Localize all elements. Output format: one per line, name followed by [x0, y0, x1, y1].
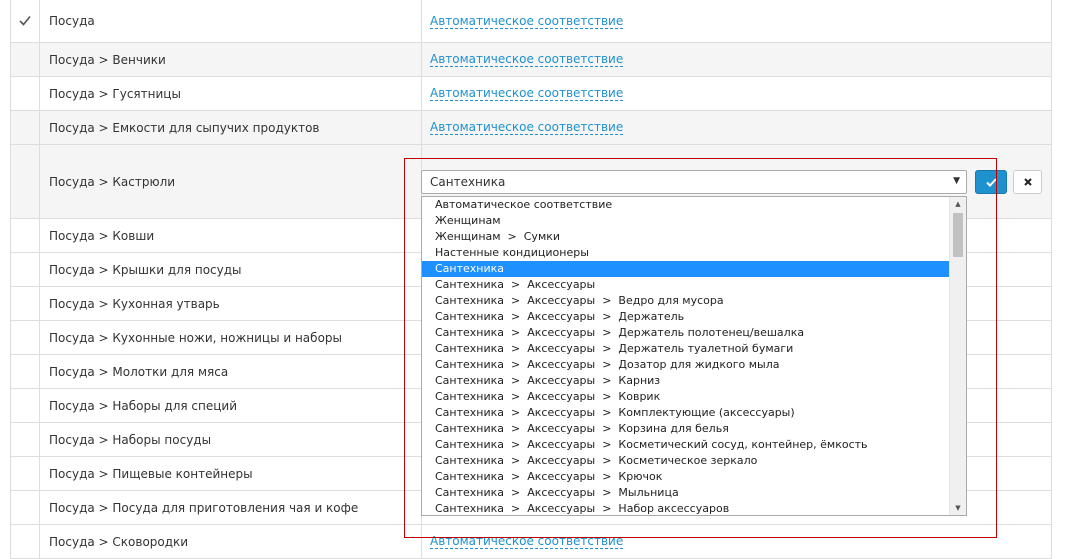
dropdown-option[interactable]: Сантехника > Аксессуары > Косметический …: [422, 437, 950, 453]
row-checkbox[interactable]: [11, 43, 40, 76]
dropdown-option[interactable]: Автоматическое соответствие: [422, 197, 950, 213]
category-name: Посуда > Крышки для посуды: [40, 253, 422, 286]
row-checkbox[interactable]: [11, 287, 40, 320]
row-checkbox[interactable]: [11, 0, 40, 42]
dropdown-option[interactable]: Сантехника > Аксессуары > Набор аксессуа…: [422, 501, 950, 515]
dropdown-option[interactable]: Сантехника > Аксессуары > Корзина для бе…: [422, 421, 950, 437]
dropdown-option[interactable]: Сантехника > Аксессуары > Держатель поло…: [422, 325, 950, 341]
category-name: Посуда > Кастрюли: [40, 145, 422, 218]
category-name: Посуда > Молотки для мяса: [40, 355, 422, 388]
auto-match-link[interactable]: Автоматическое соответствие: [430, 14, 624, 29]
category-select[interactable]: Сантехника ▼: [421, 170, 967, 194]
dropdown-option[interactable]: Женщинам: [422, 213, 950, 229]
category-name: Посуда > Кухонная утварь: [40, 287, 422, 320]
row-checkbox[interactable]: [11, 253, 40, 286]
table-row: Посуда > Сковородки Автоматическое соотв…: [11, 525, 1051, 559]
row-checkbox[interactable]: [11, 423, 40, 456]
row-checkbox[interactable]: [11, 389, 40, 422]
category-name: Посуда > Кухонные ножи, ножницы и наборы: [40, 321, 422, 354]
dropdown-option[interactable]: Сантехника > Аксессуары > Держатель туал…: [422, 341, 950, 357]
dropdown-option[interactable]: Сантехника > Аксессуары > Комплектующие …: [422, 405, 950, 421]
category-name: Посуда > Наборы посуды: [40, 423, 422, 456]
confirm-button[interactable]: [975, 170, 1007, 194]
dropdown-option[interactable]: Сантехника: [422, 261, 950, 277]
dropdown-option[interactable]: Сантехника > Аксессуары > Ведро для мусо…: [422, 293, 950, 309]
dropdown-option[interactable]: Сантехника > Аксессуары: [422, 277, 950, 293]
auto-match-link[interactable]: Автоматическое соответствие: [430, 534, 624, 549]
scroll-down-icon[interactable]: ▼: [950, 501, 966, 515]
table-row: Посуда Автоматическое соответствие: [11, 0, 1051, 43]
auto-match-link[interactable]: Автоматическое соответствие: [430, 120, 624, 135]
row-checkbox[interactable]: [11, 145, 40, 218]
close-icon: [1023, 178, 1032, 186]
row-checkbox[interactable]: [11, 457, 40, 490]
dropdown-option[interactable]: Настенные кондиционеры: [422, 245, 950, 261]
auto-match-link[interactable]: Автоматическое соответствие: [430, 52, 624, 67]
auto-match-link[interactable]: Автоматическое соответствие: [430, 86, 624, 101]
scrollbar-thumb[interactable]: [953, 213, 963, 257]
table-row: Посуда > Емкости для сыпучих продуктов А…: [11, 111, 1051, 145]
category-name: Посуда > Посуда для приготовления чая и …: [40, 491, 422, 524]
check-icon: [985, 177, 997, 187]
category-select-value: Сантехника: [430, 175, 506, 189]
category-name: Посуда > Пищевые контейнеры: [40, 457, 422, 490]
category-name: Посуда > Венчики: [40, 43, 422, 76]
dropdown-option[interactable]: Женщинам > Сумки: [422, 229, 950, 245]
table-row: Посуда > Гусятницы Автоматическое соотве…: [11, 77, 1051, 111]
row-checkbox[interactable]: [11, 111, 40, 144]
row-checkbox[interactable]: [11, 491, 40, 524]
row-checkbox[interactable]: [11, 77, 40, 110]
dropdown-option[interactable]: Сантехника > Аксессуары > Мыльница: [422, 485, 950, 501]
category-name: Посуда > Наборы для специй: [40, 389, 422, 422]
dropdown-option[interactable]: Сантехника > Аксессуары > Коврик: [422, 389, 950, 405]
dropdown-option[interactable]: Сантехника > Аксессуары > Дозатор для жи…: [422, 357, 950, 373]
dropdown-option[interactable]: Сантехника > Аксессуары > Карниз: [422, 373, 950, 389]
category-dropdown-list[interactable]: Автоматическое соответствие Женщинам Женщи…: [421, 196, 967, 516]
check-icon: [19, 15, 31, 26]
category-name: Посуда: [40, 0, 422, 42]
dropdown-option[interactable]: Сантехника > Аксессуары > Крючок: [422, 469, 950, 485]
category-name: Посуда > Ковши: [40, 219, 422, 252]
chevron-down-icon: ▼: [953, 176, 960, 186]
cancel-button[interactable]: [1013, 170, 1042, 194]
row-checkbox[interactable]: [11, 219, 40, 252]
table-row: Посуда > Венчики Автоматическое соответс…: [11, 43, 1051, 77]
dropdown-options: Автоматическое соответствие Женщинам Женщи…: [422, 197, 950, 515]
dropdown-option[interactable]: Сантехника > Аксессуары > Косметическое …: [422, 453, 950, 469]
dropdown-scrollbar[interactable]: ▲ ▼: [949, 197, 966, 515]
row-checkbox[interactable]: [11, 321, 40, 354]
category-name: Посуда > Сковородки: [40, 525, 422, 558]
row-checkbox[interactable]: [11, 355, 40, 388]
category-name: Посуда > Емкости для сыпучих продуктов: [40, 111, 422, 144]
dropdown-option[interactable]: Сантехника > Аксессуары > Держатель: [422, 309, 950, 325]
row-checkbox[interactable]: [11, 525, 40, 558]
category-name: Посуда > Гусятницы: [40, 77, 422, 110]
scroll-up-icon[interactable]: ▲: [950, 197, 966, 211]
